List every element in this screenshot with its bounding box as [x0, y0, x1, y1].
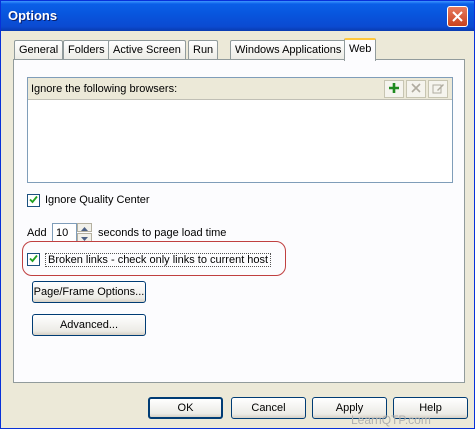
checkmark-icon	[29, 195, 38, 207]
watermark: LearnQTP.com	[351, 413, 431, 427]
page-load-suffix: seconds to page load time	[98, 227, 227, 239]
edit-browser-button[interactable]	[428, 80, 448, 98]
x-icon	[411, 82, 421, 96]
edit-icon	[432, 82, 445, 97]
browsers-list[interactable]	[28, 101, 452, 182]
tab-active-screen[interactable]: Active Screen	[108, 40, 186, 60]
cancel-button[interactable]: Cancel	[231, 397, 306, 419]
tab-run[interactable]: Run	[188, 40, 219, 60]
delete-browser-button[interactable]	[406, 80, 426, 98]
ignore-quality-center-checkbox[interactable]	[27, 194, 40, 207]
broken-links-checkbox[interactable]	[27, 253, 40, 266]
checkmark-icon	[29, 254, 38, 266]
ignore-browsers-header: Ignore the following browsers:	[28, 78, 452, 100]
ok-button[interactable]: OK	[148, 397, 223, 419]
tab-folders[interactable]: Folders	[63, 40, 110, 60]
title-bar[interactable]: Options	[1, 1, 474, 31]
page-load-spinner	[77, 223, 92, 242]
page-frame-options-button[interactable]: Page/Frame Options...	[32, 281, 146, 303]
options-dialog: Options General Folders Active Screen Ru…	[0, 0, 475, 429]
tab-general[interactable]: General	[14, 40, 64, 60]
close-button[interactable]	[447, 6, 468, 27]
page-load-seconds-input[interactable]	[52, 223, 77, 242]
close-icon	[452, 11, 463, 22]
page-load-prefix: Add	[27, 227, 47, 239]
ignore-browsers-label: Ignore the following browsers:	[31, 83, 178, 95]
add-browser-button[interactable]	[384, 80, 404, 98]
tab-windows-applications[interactable]: Windows Applications	[230, 40, 347, 60]
plus-icon	[388, 82, 400, 97]
ignore-browsers-group: Ignore the following browsers:	[27, 77, 453, 183]
advanced-button[interactable]: Advanced...	[32, 314, 146, 336]
window-title: Options	[8, 8, 58, 23]
tab-web[interactable]: Web	[344, 38, 377, 61]
ignore-quality-center-label: Ignore Quality Center	[45, 194, 150, 206]
web-tab-panel: Ignore the following browsers: Ignore Qu…	[13, 59, 465, 383]
broken-links-label: Broken links - check only links to curre…	[45, 253, 272, 267]
